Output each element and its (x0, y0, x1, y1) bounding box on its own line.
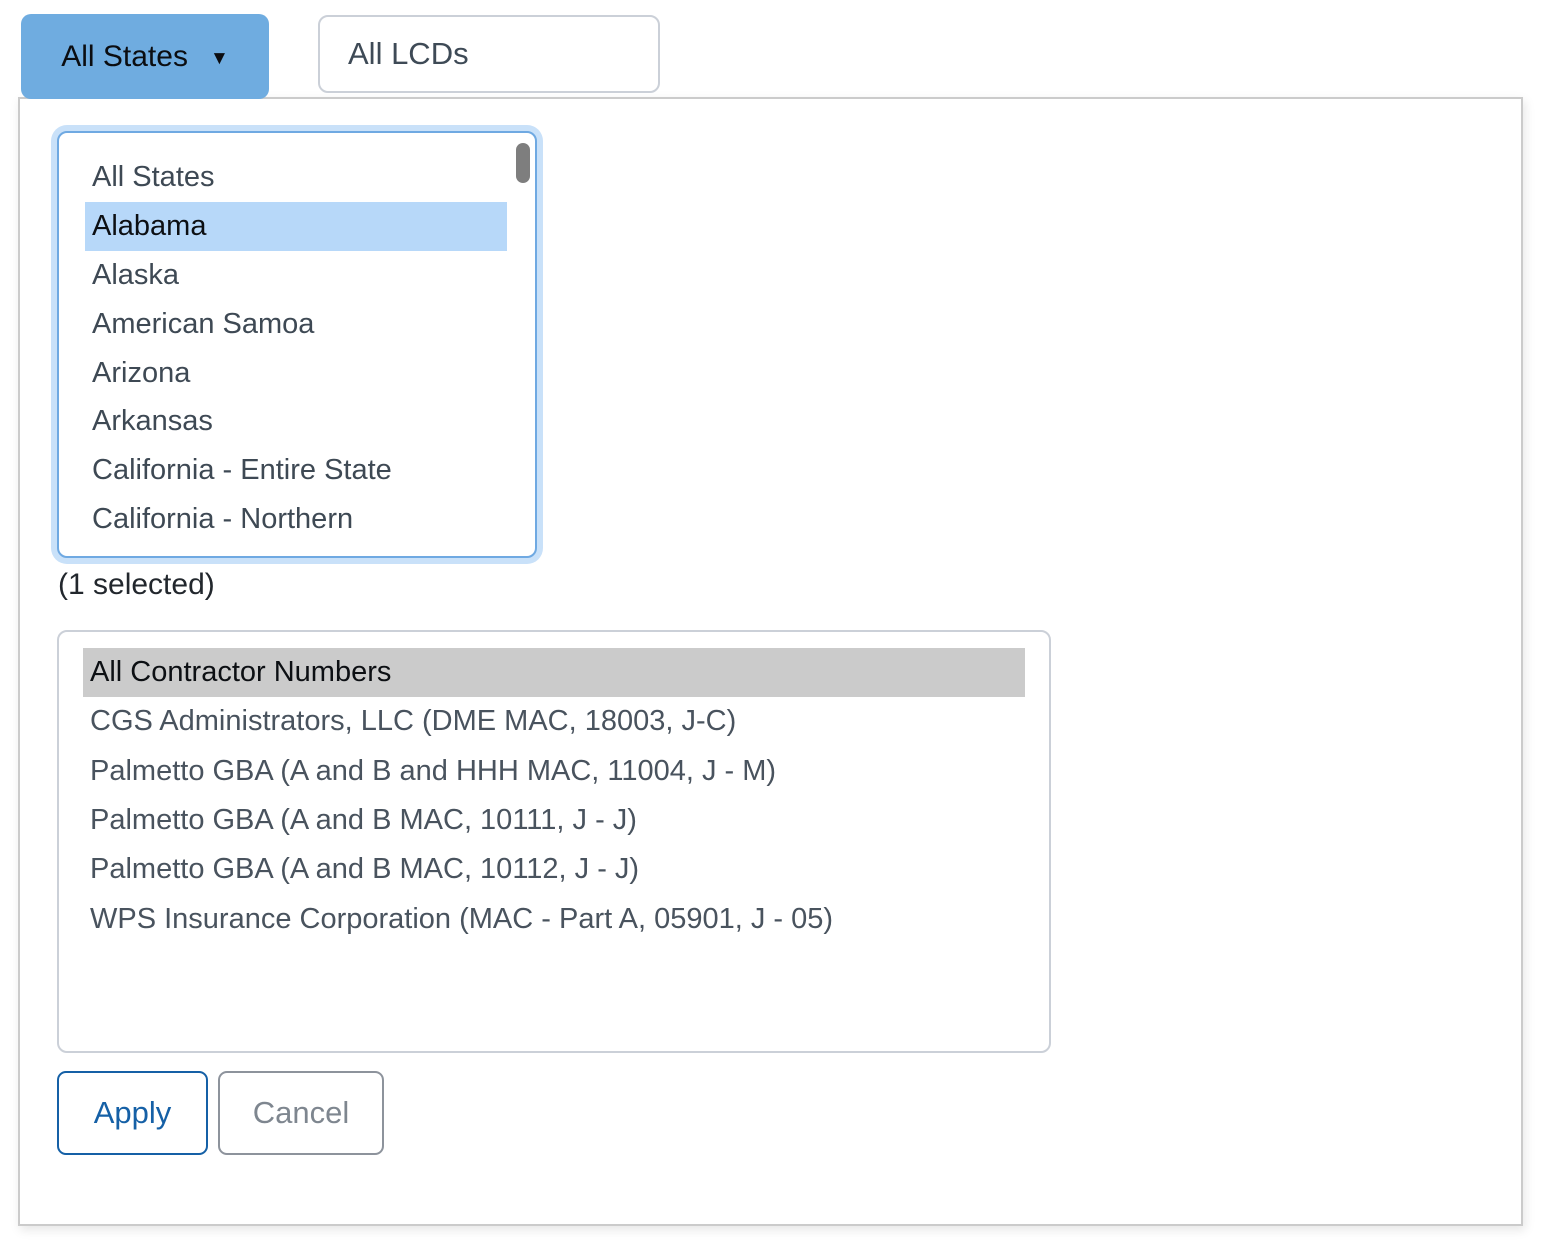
state-option[interactable]: American Samoa (85, 300, 507, 349)
contractor-listbox[interactable]: All Contractor NumbersCGS Administrators… (57, 630, 1051, 1053)
state-option[interactable]: California - Northern (85, 495, 507, 544)
state-option[interactable]: Alaska (85, 251, 507, 300)
states-dropdown-button[interactable]: All States ▼ (21, 14, 269, 99)
all-lcds-box[interactable]: All LCDs (318, 15, 660, 93)
state-option[interactable]: California - Entire State (85, 446, 507, 495)
all-lcds-label: All LCDs (348, 36, 469, 72)
cancel-button[interactable]: Cancel (218, 1071, 384, 1155)
state-option[interactable]: California - Southern (85, 544, 507, 558)
state-option[interactable]: Arkansas (85, 397, 507, 446)
contractor-option[interactable]: Palmetto GBA (A and B MAC, 10111, J - J) (83, 796, 1025, 845)
contractor-option[interactable]: WPS Insurance Corporation (MAC - Part A,… (83, 894, 1025, 943)
state-option[interactable]: Arizona (85, 349, 507, 398)
state-option[interactable]: Alabama (85, 202, 507, 251)
selected-count-text: (1 selected) (58, 568, 215, 602)
scrollbar-thumb[interactable] (516, 143, 530, 183)
contractor-options: All Contractor NumbersCGS Administrators… (59, 632, 1049, 944)
state-listbox[interactable]: All StatesAlabamaAlaskaAmerican SamoaAri… (57, 131, 537, 558)
contractor-option[interactable]: CGS Administrators, LLC (DME MAC, 18003,… (83, 697, 1025, 746)
contractor-option[interactable]: Palmetto GBA (A and B and HHH MAC, 11004… (83, 747, 1025, 796)
apply-button[interactable]: Apply (57, 1071, 208, 1155)
contractor-option[interactable]: Palmetto GBA (A and B MAC, 10112, J - J) (83, 845, 1025, 894)
caret-down-icon: ▼ (210, 45, 229, 68)
contractor-option[interactable]: All Contractor Numbers (83, 648, 1025, 697)
state-options: All StatesAlabamaAlaskaAmerican SamoaAri… (59, 133, 535, 558)
state-option[interactable]: All States (85, 153, 507, 202)
states-dropdown-label: All States (61, 40, 188, 74)
lcd-filter-widget: All States ▼ All LCDs All StatesAlabamaA… (0, 0, 1544, 1254)
